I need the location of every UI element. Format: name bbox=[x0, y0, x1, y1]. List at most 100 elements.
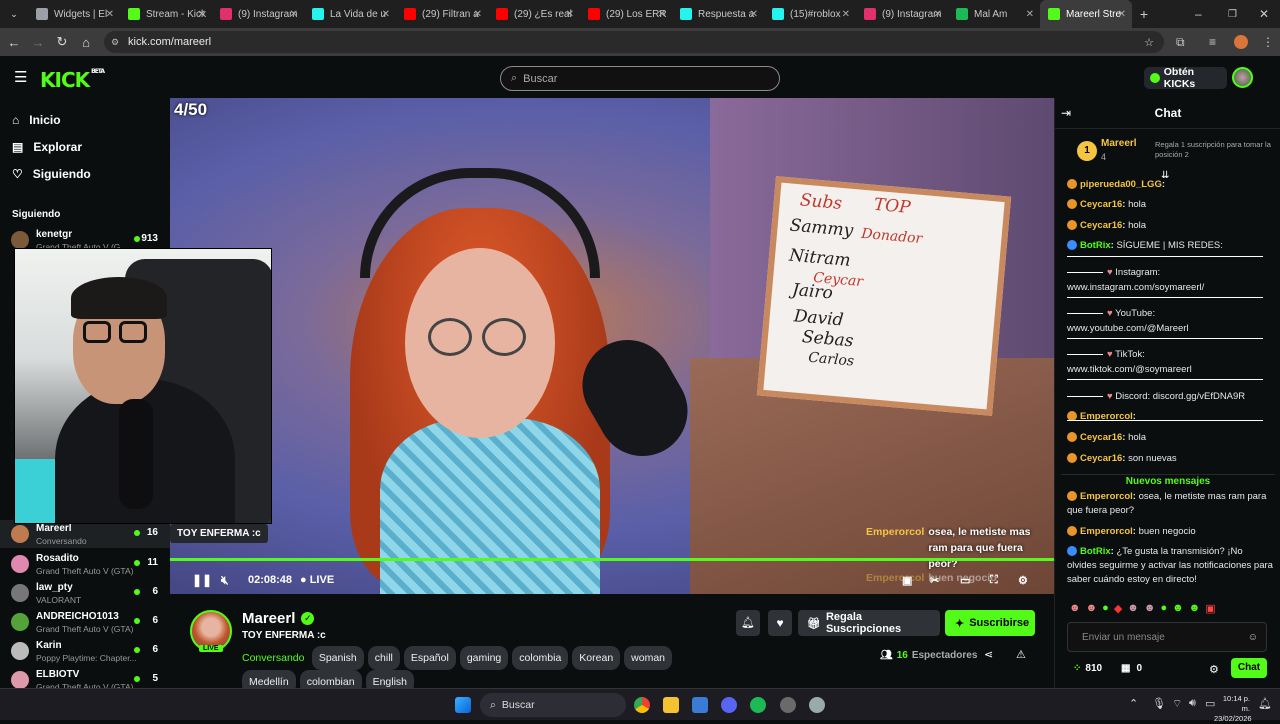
profile-avatar[interactable] bbox=[1234, 35, 1248, 49]
taskbar-search[interactable]: ⌕ Buscar bbox=[480, 693, 626, 717]
browser-tab[interactable]: (29) Los ERR ✕ bbox=[580, 0, 672, 28]
chat-username[interactable]: Emperorcol bbox=[1080, 526, 1133, 537]
chat-message-input[interactable]: Enviar un mensaje ☺ bbox=[1067, 622, 1267, 652]
discord-icon[interactable] bbox=[721, 697, 737, 713]
tag-chip[interactable]: Spanish bbox=[311, 646, 364, 670]
notification-icon[interactable]: 🔔︎ bbox=[1258, 697, 1272, 710]
volume-icon[interactable]: 🔊︎ bbox=[1189, 697, 1196, 710]
tag-chip[interactable]: Korean bbox=[572, 646, 621, 670]
progress-bar[interactable] bbox=[170, 558, 1054, 561]
url-field[interactable]: ⚙ kick.com/mareerl ☆ bbox=[104, 31, 1164, 53]
chat-username[interactable]: piperueda00_LGG bbox=[1080, 179, 1162, 190]
follow-heart-button[interactable]: ♥ bbox=[768, 610, 792, 636]
close-tab-icon[interactable]: ✕ bbox=[1026, 9, 1034, 20]
wifi-icon[interactable]: ⌔ bbox=[1172, 697, 1182, 711]
notification-bell-button[interactable]: 🔔︎ bbox=[736, 610, 760, 636]
chat-username[interactable]: Ceycar16 bbox=[1080, 220, 1122, 231]
close-window-button[interactable]: ✕ bbox=[1259, 7, 1269, 21]
pip-icon[interactable]: ▣ bbox=[902, 574, 912, 587]
subscribe-button[interactable]: ✦ Suscribirse bbox=[945, 610, 1035, 636]
search-input[interactable]: ⌕ Buscar bbox=[500, 66, 780, 91]
browser-tab[interactable]: (9) Instagram ✕ bbox=[856, 0, 948, 28]
kick-points[interactable]: ⁘ 810 bbox=[1073, 663, 1102, 674]
tag-chip[interactable]: gaming bbox=[459, 646, 509, 670]
kick-logo[interactable]: KICK BETA bbox=[40, 68, 105, 92]
close-tab-icon[interactable]: ✕ bbox=[658, 9, 666, 20]
explorer-icon[interactable] bbox=[663, 697, 679, 713]
settings-gear-icon[interactable]: ⚙ bbox=[1018, 574, 1028, 587]
app-icon[interactable] bbox=[780, 697, 796, 713]
user-avatar[interactable] bbox=[1232, 67, 1253, 88]
new-messages-banner[interactable]: Nuevos mensajes bbox=[1061, 474, 1275, 487]
browser-tab[interactable]: La Vida de u ✕ bbox=[304, 0, 396, 28]
chat-username[interactable]: BotRix bbox=[1080, 546, 1111, 557]
browser-tab[interactable]: Respuesta a ✕ bbox=[672, 0, 764, 28]
hamburger-menu-icon[interactable]: ☰ bbox=[14, 68, 27, 86]
close-tab-icon[interactable]: ✕ bbox=[1118, 9, 1126, 20]
chat-settings-icon[interactable]: ⚙ bbox=[1209, 663, 1219, 676]
bookmark-star-icon[interactable]: ☆ bbox=[1144, 36, 1154, 49]
clip-icon[interactable]: ✂ bbox=[930, 574, 939, 587]
extensions-icon[interactable]: ⧉ bbox=[1176, 35, 1185, 50]
following-item[interactable]: Mareerl Conversando 16 bbox=[0, 520, 170, 548]
emoji-icon[interactable]: ☺ bbox=[1248, 632, 1258, 643]
tray-chevron-icon[interactable]: ⌃ bbox=[1129, 697, 1138, 710]
browser-tab[interactable]: (29) ¿Es real ✕ bbox=[488, 0, 580, 28]
fullscreen-icon[interactable]: ⛶ bbox=[990, 574, 998, 587]
nav-explore[interactable]: ▤ Explorar bbox=[0, 133, 170, 160]
gift-count[interactable]: ▦ 0 bbox=[1121, 663, 1142, 674]
browser-tab[interactable]: (15)#roblox ✕ bbox=[764, 0, 856, 28]
get-kicks-button[interactable]: Obtén KICKs bbox=[1144, 66, 1227, 90]
close-tab-icon[interactable]: ✕ bbox=[566, 9, 574, 20]
browser-tab[interactable]: (29) Filtran a ✕ bbox=[396, 0, 488, 28]
nav-home[interactable]: ⌂ Inicio bbox=[0, 106, 170, 133]
windows-start-icon[interactable] bbox=[455, 697, 471, 713]
following-item[interactable]: law_pty VALORANT 6 bbox=[0, 579, 170, 607]
tab-list-icon[interactable]: ⌄ bbox=[0, 9, 28, 20]
close-tab-icon[interactable]: ✕ bbox=[842, 9, 850, 20]
media-icon[interactable]: ≡ bbox=[1209, 35, 1216, 49]
chat-username[interactable]: Ceycar16 bbox=[1080, 432, 1122, 443]
tag-chip[interactable]: Español bbox=[403, 646, 456, 670]
report-icon[interactable]: ⚠ bbox=[1016, 648, 1026, 661]
browser-menu-icon[interactable]: ⋮ bbox=[1262, 35, 1274, 49]
store-icon[interactable] bbox=[692, 697, 708, 713]
browser-tab[interactable]: Mal Am ✕ bbox=[948, 0, 1040, 28]
pause-icon[interactable]: ❚❚ bbox=[192, 573, 212, 587]
share-icon[interactable]: ⋖ bbox=[984, 648, 993, 661]
close-tab-icon[interactable]: ✕ bbox=[750, 9, 758, 20]
chat-username[interactable]: Ceycar16 bbox=[1080, 199, 1122, 210]
site-info-icon[interactable]: ⚙ bbox=[111, 37, 119, 48]
close-tab-icon[interactable]: ✕ bbox=[106, 9, 114, 20]
mic-tray-icon[interactable]: 🎙︎ bbox=[1152, 697, 1166, 710]
chrome-icon[interactable] bbox=[634, 697, 650, 713]
following-item[interactable]: Rosadito Grand Theft Auto V (GTA) 11 bbox=[0, 550, 170, 578]
close-tab-icon[interactable]: ✕ bbox=[198, 9, 206, 20]
video-player[interactable]: Subs TOP Sammy Donador Nitram Ceycar Jai… bbox=[170, 98, 1054, 594]
browser-tab[interactable]: Widgets | El ✕ bbox=[28, 0, 120, 28]
back-icon[interactable]: ← bbox=[2, 35, 26, 50]
send-chat-button[interactable]: Chat bbox=[1231, 658, 1267, 678]
maximize-button[interactable]: ❐ bbox=[1228, 9, 1237, 20]
theater-icon[interactable]: ▭ bbox=[960, 574, 970, 587]
mute-icon[interactable]: 🔇︎ bbox=[221, 573, 229, 588]
settings-app-icon[interactable] bbox=[809, 697, 825, 713]
chat-username[interactable]: BotRix bbox=[1080, 240, 1111, 251]
close-tab-icon[interactable]: ✕ bbox=[934, 9, 942, 20]
nav-following[interactable]: ♡ Siguiendo bbox=[0, 160, 170, 187]
close-tab-icon[interactable]: ✕ bbox=[290, 9, 298, 20]
tag-chip[interactable]: woman bbox=[624, 646, 673, 670]
new-tab-button[interactable]: + bbox=[1132, 6, 1156, 22]
browser-tab[interactable]: (9) Instagram ✕ bbox=[212, 0, 304, 28]
chat-username[interactable]: Emperorcol bbox=[1080, 491, 1133, 502]
browser-tab[interactable]: Mareerl Stre ✕ bbox=[1040, 0, 1132, 28]
close-tab-icon[interactable]: ✕ bbox=[474, 9, 482, 20]
spotify-icon[interactable] bbox=[750, 697, 766, 713]
tag-chip[interactable]: colombia bbox=[512, 646, 569, 670]
channel-name[interactable]: Mareerl bbox=[242, 610, 295, 627]
following-item[interactable]: ANDREICHO1013 Grand Theft Auto V (GTA) 6 bbox=[0, 608, 170, 636]
forward-icon[interactable]: → bbox=[26, 35, 50, 50]
minimize-button[interactable]: – bbox=[1195, 7, 1202, 21]
gift-subs-button[interactable]: 🎁︎ Regala Suscripciones bbox=[798, 610, 940, 636]
reload-icon[interactable]: ↻ bbox=[50, 34, 74, 50]
